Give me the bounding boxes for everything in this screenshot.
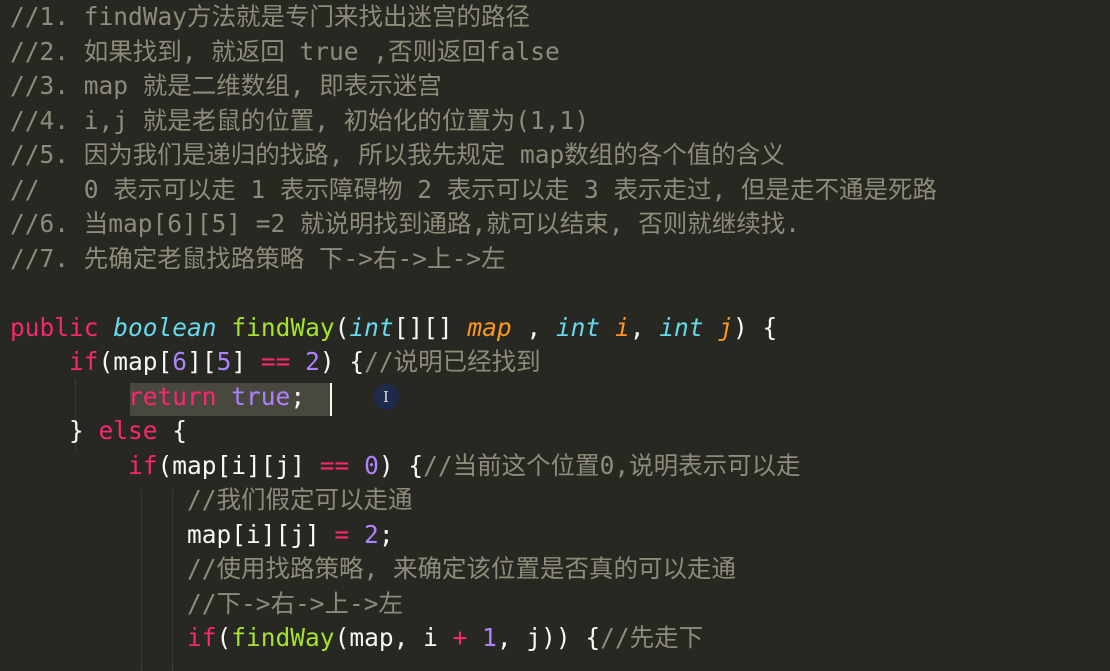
code-token-plain: } bbox=[10, 416, 99, 445]
code-token-plain: , j)) { bbox=[496, 623, 601, 652]
code-token-comment: //我们假定可以走通 bbox=[187, 485, 413, 514]
code-token-comment: //5. 因为我们是递归的找路, 所以我先规定 map数组的各个值的含义 bbox=[10, 140, 785, 169]
code-token-comment: //6. 当map[6][5] =2 就说明找到通路,就可以结束, 否则就继续找… bbox=[10, 209, 801, 238]
code-token-comment: //说明已经找到 bbox=[364, 347, 541, 376]
code-line[interactable]: return true; bbox=[10, 380, 1110, 415]
code-token-constant: true bbox=[231, 381, 291, 411]
code-token-keyword: if bbox=[187, 623, 217, 652]
code-token-plain: ) { bbox=[378, 450, 424, 480]
code-token-operator: == bbox=[319, 450, 350, 480]
code-token-plain: { bbox=[157, 416, 188, 445]
code-line[interactable]: //4. i,j 就是老鼠的位置, 初始化的位置为(1,1) bbox=[10, 104, 1110, 139]
code-token-number: 0 bbox=[364, 450, 379, 480]
code-token-type: int bbox=[349, 312, 394, 342]
code-token-func: findWay bbox=[231, 312, 335, 342]
code-token-plain: map[i][j] bbox=[10, 519, 335, 549]
code-line[interactable]: //2. 如果找到, 就返回 true ,否则返回false bbox=[10, 35, 1110, 70]
text-cursor-icon: I bbox=[373, 384, 399, 410]
code-token-plain: ) { bbox=[733, 312, 778, 342]
code-token-comment: //使用找路策略, 来确定该位置是否真的可以走通 bbox=[187, 554, 737, 583]
code-token-operator: == bbox=[260, 347, 291, 376]
code-line[interactable]: if(findWay(map, i + 1, j)) {//先走下 bbox=[10, 621, 1110, 656]
code-token-comment: // 0 表示可以走 1 表示障碍物 2 表示可以走 3 表示走过, 但是走不通… bbox=[10, 174, 938, 204]
code-token-comment: //1. findWay方法就是专门来找出迷宫的路径 bbox=[10, 2, 531, 31]
code-token-plain: , bbox=[629, 312, 660, 342]
code-token-plain: ] bbox=[231, 347, 261, 376]
code-token-keyword: else bbox=[98, 416, 158, 445]
code-token-keyword: if bbox=[69, 347, 99, 376]
code-line[interactable]: //3. map 就是二维数组, 即表示迷宫 bbox=[10, 69, 1110, 104]
code-token-plain: (map, i bbox=[334, 623, 453, 652]
code-token-plain: , bbox=[511, 312, 556, 342]
code-token-type: boolean bbox=[113, 312, 217, 342]
code-token-comment: //当前这个位置0,说明表示可以走 bbox=[423, 450, 801, 480]
code-token-comment: //4. i,j 就是老鼠的位置, 初始化的位置为(1,1) bbox=[10, 105, 590, 135]
code-token-plain: ) { bbox=[319, 347, 365, 376]
code-line[interactable]: //我们假定可以走通 bbox=[10, 483, 1110, 518]
code-line[interactable]: map[i][j] = 2; bbox=[10, 518, 1110, 553]
code-token-plain: ; bbox=[290, 381, 306, 411]
code-token-plain: ][ bbox=[187, 347, 217, 376]
code-line[interactable]: public boolean findWay(int[][] map , int… bbox=[10, 311, 1110, 346]
code-token-comment: //3. map 就是二维数组, 即表示迷宫 bbox=[10, 71, 442, 100]
code-line[interactable]: if(map[6][5] == 2) {//说明已经找到 bbox=[10, 345, 1110, 380]
code-token-plain: ; bbox=[378, 519, 394, 549]
code-token-plain: ( bbox=[334, 312, 350, 342]
code-line[interactable] bbox=[10, 276, 1110, 311]
code-line[interactable]: //使用找路策略, 来确定该位置是否真的可以走通 bbox=[10, 552, 1110, 587]
code-token-plain: ( bbox=[216, 623, 232, 652]
code-token-param: i bbox=[614, 312, 630, 342]
code-token-comment: //7. 先确定老鼠找路策略 下->右->上->左 bbox=[10, 243, 506, 273]
code-token-number: 1 bbox=[482, 623, 497, 652]
code-token-operator: = bbox=[334, 519, 350, 549]
code-line[interactable]: //7. 先确定老鼠找路策略 下->右->上->左 bbox=[10, 242, 1110, 277]
code-token-operator: + bbox=[452, 623, 468, 652]
code-line[interactable]: // 0 表示可以走 1 表示障碍物 2 表示可以走 3 表示走过, 但是走不通… bbox=[10, 173, 1110, 208]
code-editor[interactable]: //1. findWay方法就是专门来找出迷宫的路径 //2. 如果找到, 就返回… bbox=[0, 0, 1110, 671]
code-token-comment: //2. 如果找到, 就返回 true ,否则返回false bbox=[10, 36, 560, 66]
code-line[interactable]: if(map[i][j] == 0) {//当前这个位置0,说明表示可以走 bbox=[10, 449, 1110, 484]
code-token-plain: (map[ bbox=[98, 347, 173, 376]
code-token-keyword: public bbox=[10, 312, 99, 342]
code-token-type: int bbox=[659, 312, 704, 342]
code-token-type: int bbox=[555, 312, 601, 342]
code-token-comment: //下->右->上->左 bbox=[187, 588, 404, 618]
text-caret bbox=[330, 383, 332, 416]
code-line[interactable]: //1. findWay方法就是专门来找出迷宫的路径 bbox=[10, 0, 1110, 35]
code-line[interactable]: //下->右->上->左 bbox=[10, 587, 1110, 622]
code-token-number: 6 bbox=[172, 347, 188, 376]
code-token-param: map bbox=[467, 312, 512, 342]
code-content[interactable]: //1. findWay方法就是专门来找出迷宫的路径 //2. 如果找到, 就返回… bbox=[10, 0, 1110, 656]
code-line[interactable]: } else { bbox=[10, 414, 1110, 449]
code-token-number: 2 bbox=[305, 347, 320, 376]
code-token-plain: [][] bbox=[393, 312, 468, 342]
code-token-comment: //先走下 bbox=[600, 623, 704, 652]
code-token-func: findWay bbox=[231, 623, 335, 652]
code-token-plain: (map[i][j] bbox=[157, 450, 320, 480]
code-token-keyword: if bbox=[128, 450, 158, 480]
code-line[interactable]: //5. 因为我们是递归的找路, 所以我先规定 map数组的各个值的含义 bbox=[10, 138, 1110, 173]
code-token-param: j bbox=[718, 312, 734, 342]
code-token-number: 2 bbox=[364, 519, 379, 549]
code-line[interactable]: //6. 当map[6][5] =2 就说明找到通路,就可以结束, 否则就继续找… bbox=[10, 207, 1110, 242]
code-token-keyword: return bbox=[128, 381, 217, 411]
code-token-number: 5 bbox=[216, 347, 232, 376]
